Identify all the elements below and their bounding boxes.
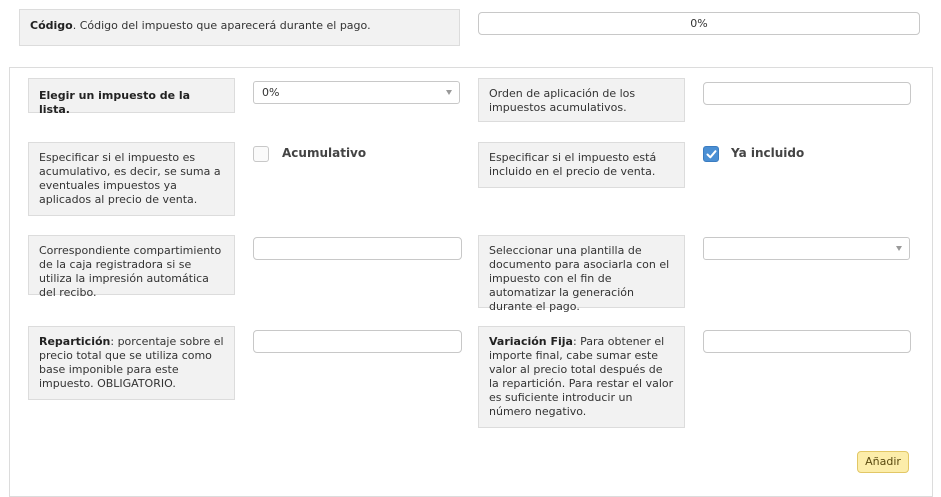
incluido-label: Especificar si el impuesto está incluido… xyxy=(478,142,685,188)
codigo-input[interactable] xyxy=(478,12,920,35)
orden-aplicacion-label: Orden de aplicación de los impuestos acu… xyxy=(478,78,685,122)
variacion-fija-label: Variación Fija: Para obtener el importe … xyxy=(478,326,685,428)
impuesto-select[interactable]: 0% xyxy=(253,81,460,104)
codigo-label-bold: Código xyxy=(30,19,73,32)
acumulativo-checkbox[interactable] xyxy=(253,146,269,162)
codigo-label-text: . Código del impuesto que aparecerá dura… xyxy=(72,19,371,32)
codigo-label: Código. Código del impuesto que aparecer… xyxy=(19,9,460,46)
incluido-checkbox-label[interactable]: Ya incluido xyxy=(731,146,804,160)
compartimiento-input[interactable] xyxy=(253,237,462,260)
add-button[interactable]: Añadir xyxy=(857,451,909,473)
compartimiento-label: Correspondiente compartimiento de la caj… xyxy=(28,235,235,299)
plantilla-label: Seleccionar una plantilla de documento p… xyxy=(478,235,685,313)
checkmark-icon xyxy=(706,150,717,159)
acumulativo-checkbox-label[interactable]: Acumulativo xyxy=(282,146,366,160)
reparticion-label: Repartición: porcentaje sobre el precio … xyxy=(28,326,235,400)
incluido-checkbox[interactable] xyxy=(703,146,719,162)
reparticion-input[interactable] xyxy=(253,330,462,353)
orden-aplicacion-input[interactable] xyxy=(703,82,911,105)
plantilla-select[interactable] xyxy=(703,237,910,260)
acumulativo-label: Especificar si el impuesto es acumulativ… xyxy=(28,142,235,216)
impuesto-select-value: 0% xyxy=(262,86,280,99)
chevron-down-icon xyxy=(896,246,902,251)
chevron-down-icon xyxy=(446,90,452,95)
variacion-fija-input[interactable] xyxy=(703,330,911,353)
elegir-impuesto-label: Elegir un impuesto de la lista. xyxy=(28,78,235,116)
